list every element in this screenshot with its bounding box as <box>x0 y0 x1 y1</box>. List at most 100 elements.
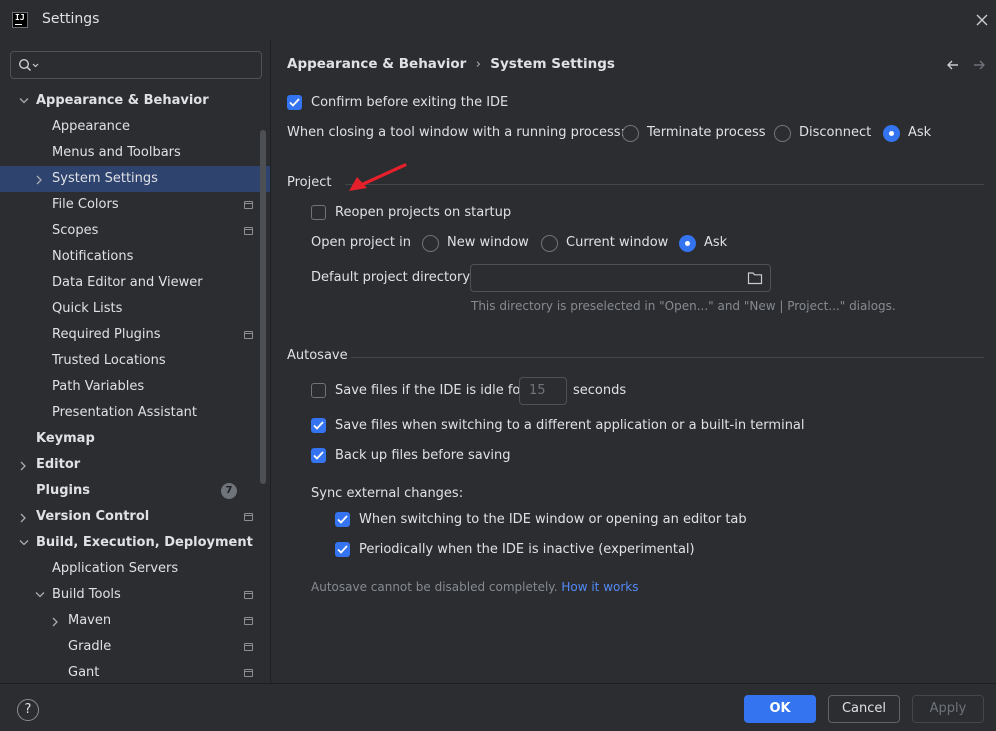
sidebar-item[interactable]: Path Variables <box>0 374 270 400</box>
ok-button[interactable]: OK <box>744 695 816 723</box>
backup-files-checkbox[interactable] <box>311 448 326 463</box>
sidebar-item-label: Quick Lists <box>52 301 123 316</box>
sidebar-item[interactable]: Appearance & Behavior <box>0 88 270 114</box>
sidebar-item[interactable]: Build Tools <box>0 582 270 608</box>
sidebar-item[interactable]: Build, Execution, Deployment <box>0 530 270 556</box>
ask-open-radio[interactable] <box>679 235 696 252</box>
sidebar-item-label: Appearance <box>52 119 131 134</box>
ask-closing-radio[interactable] <box>883 125 900 142</box>
chevron-right-icon[interactable] <box>19 504 29 530</box>
sidebar-item[interactable]: Appearance <box>0 114 270 140</box>
sidebar-item-label: Path Variables <box>52 379 145 394</box>
sidebar-item[interactable]: Keymap <box>0 426 270 452</box>
sidebar-item[interactable]: Gradle <box>0 634 270 660</box>
sidebar-item[interactable]: Editor <box>0 452 270 478</box>
sidebar-item[interactable]: Trusted Locations <box>0 348 270 374</box>
sidebar-item-label: Version Control <box>36 509 150 524</box>
sidebar-item[interactable]: Menus and Toolbars <box>0 140 270 166</box>
sidebar-item-label: Keymap <box>36 431 95 446</box>
sync-on-switch-checkbox[interactable] <box>335 512 350 527</box>
autosave-section-title: Autosave <box>287 348 348 363</box>
current-window-radio[interactable] <box>541 235 558 252</box>
sidebar-item-label: Application Servers <box>52 561 179 576</box>
project-divider <box>345 184 984 185</box>
chevron-down-icon[interactable] <box>19 88 29 114</box>
project-level-icon <box>244 669 253 677</box>
idle-seconds-input[interactable]: 15 <box>519 377 567 405</box>
sidebar-item-label: Editor <box>36 457 81 472</box>
reopen-projects-checkbox[interactable] <box>311 205 326 220</box>
reopen-projects-label: Reopen projects on startup <box>335 205 512 220</box>
sidebar-item[interactable]: Maven <box>0 608 270 634</box>
chevron-down-icon[interactable] <box>19 530 29 556</box>
chevron-right-icon[interactable] <box>51 608 61 634</box>
settings-content: Appearance & Behavior › System Settings Co… <box>271 40 996 683</box>
sidebar-scrollbar[interactable] <box>260 130 266 484</box>
disconnect-radio[interactable] <box>774 125 791 142</box>
sync-periodic-checkbox[interactable] <box>335 542 350 557</box>
project-section-title: Project <box>287 175 332 190</box>
sidebar-item-label: Trusted Locations <box>52 353 166 368</box>
ask-open-label[interactable]: Ask <box>704 235 727 250</box>
current-window-label[interactable]: Current window <box>566 235 668 250</box>
sidebar-item[interactable]: Notifications <box>0 244 270 270</box>
sidebar-item[interactable]: Data Editor and Viewer <box>0 270 270 296</box>
sidebar-item[interactable]: Application Servers <box>0 556 270 582</box>
sidebar-item[interactable]: Presentation Assistant <box>0 400 270 426</box>
sidebar-item-label: System Settings <box>52 171 158 186</box>
save-on-switch-checkbox[interactable] <box>311 418 326 433</box>
confirm-exit-checkbox[interactable] <box>287 95 302 110</box>
sidebar-item[interactable]: Required Plugins <box>0 322 270 348</box>
sync-periodic-label: Periodically when the IDE is inactive (e… <box>359 542 695 557</box>
breadcrumb-parent[interactable]: Appearance & Behavior <box>287 56 466 72</box>
apply-button[interactable]: Apply <box>912 695 984 723</box>
sidebar-item-label: Plugins <box>36 483 90 498</box>
breadcrumb: Appearance & Behavior › System Settings <box>287 56 615 72</box>
default-directory-field[interactable] <box>470 264 771 292</box>
sidebar-item[interactable]: Scopes <box>0 218 270 244</box>
project-level-icon <box>244 331 253 339</box>
idle-seconds-placeholder: 15 <box>529 383 546 398</box>
closing-tool-window-label: When closing a tool window with a runnin… <box>287 125 625 140</box>
window-title: Settings <box>42 11 100 27</box>
project-level-icon <box>244 513 253 521</box>
sidebar-item-label: Notifications <box>52 249 134 264</box>
sidebar-item[interactable]: System Settings <box>0 166 270 192</box>
sidebar-item[interactable]: Gant <box>0 660 270 683</box>
sidebar-item[interactable]: File Colors <box>0 192 270 218</box>
save-idle-checkbox[interactable] <box>311 383 326 398</box>
help-icon[interactable]: ? <box>17 699 39 721</box>
sidebar-item-label: Gant <box>68 665 100 680</box>
default-directory-label: Default project directory: <box>311 270 474 285</box>
chevron-down-icon[interactable] <box>35 582 45 608</box>
sidebar-item[interactable]: Quick Lists <box>0 296 270 322</box>
terminate-process-radio[interactable] <box>622 125 639 142</box>
close-icon[interactable] <box>972 10 992 30</box>
sidebar-item-label: Data Editor and Viewer <box>52 275 203 290</box>
ask-closing-label[interactable]: Ask <box>908 125 931 140</box>
cancel-button[interactable]: Cancel <box>828 695 900 723</box>
forward-arrow-icon[interactable] <box>971 57 987 73</box>
annotation-arrow-icon <box>349 163 407 191</box>
autosave-note-text: Autosave cannot be disabled completely. <box>311 580 558 594</box>
search-input[interactable] <box>10 51 262 79</box>
sidebar-item[interactable]: Plugins 7 <box>0 478 270 504</box>
project-level-icon <box>244 591 253 599</box>
back-arrow-icon[interactable] <box>945 57 961 73</box>
chevron-right-icon[interactable] <box>35 166 45 192</box>
sync-external-label: Sync external changes: <box>311 486 464 501</box>
settings-sidebar: Appearance & Behavior Appearance Menus and… <box>0 40 270 683</box>
breadcrumb-separator: › <box>475 56 481 72</box>
sidebar-item[interactable]: Version Control <box>0 504 270 530</box>
breadcrumb-current: System Settings <box>490 56 615 72</box>
search-icon <box>18 58 39 72</box>
how-it-works-link[interactable]: How it works <box>561 580 638 594</box>
folder-icon[interactable] <box>747 271 763 285</box>
new-window-radio[interactable] <box>422 235 439 252</box>
app-logo-icon: IJ <box>12 12 28 28</box>
terminate-process-label[interactable]: Terminate process <box>647 125 766 140</box>
chevron-right-icon[interactable] <box>19 452 29 478</box>
disconnect-label[interactable]: Disconnect <box>799 125 871 140</box>
new-window-label[interactable]: New window <box>447 235 529 250</box>
sync-on-switch-label: When switching to the IDE window or open… <box>359 512 747 527</box>
